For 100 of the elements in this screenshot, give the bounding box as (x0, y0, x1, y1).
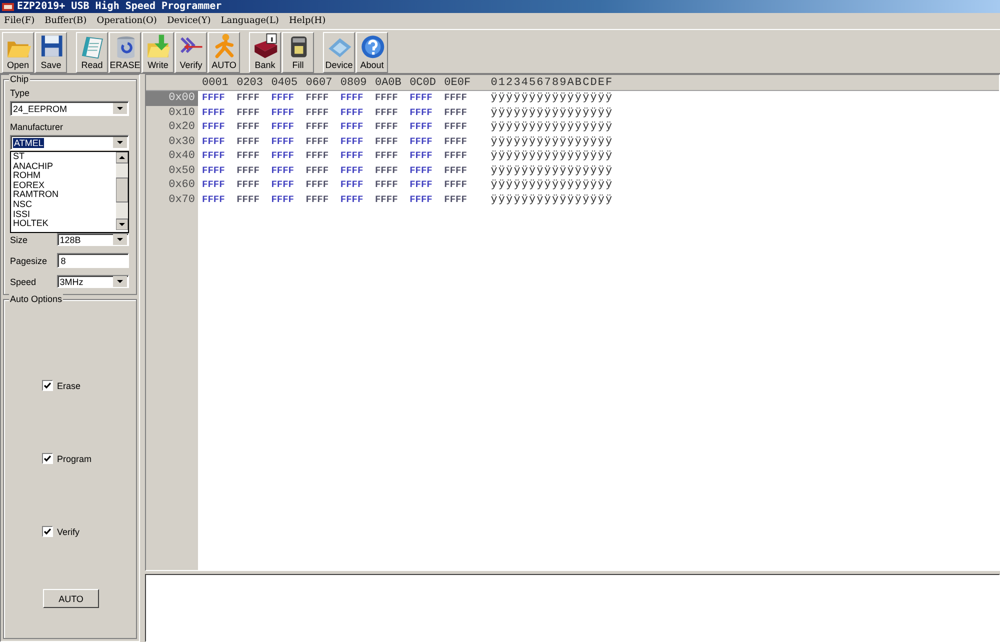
menu-item[interactable]: Language(L) (220, 16, 279, 26)
pagesize-field[interactable]: 8 (56, 253, 129, 268)
hex-cell-text: FFFF (202, 179, 226, 192)
toolbar-button[interactable]: Verify (175, 32, 207, 73)
hex-cell-text: FFFF (374, 106, 399, 119)
column-header: 0607 (306, 76, 334, 88)
toolbar-button[interactable]: Write (142, 32, 174, 73)
hex-cell-text: FFFF (410, 179, 434, 192)
hex-cell-text: FFFF (306, 194, 330, 206)
field-label: Manufacturer (10, 122, 64, 133)
dropdown-option[interactable]: HOLTEK (13, 219, 116, 229)
column-header: 0123456789ABCDEF (490, 76, 614, 88)
dropdown-option[interactable]: ANACHIP (13, 162, 116, 172)
checkbox[interactable] (42, 453, 53, 464)
hex-cell-text: FFFF (444, 106, 468, 119)
checkbox[interactable] (42, 380, 53, 391)
column-header: 0001 (202, 76, 230, 88)
hex-cell-text: FFFF (410, 136, 434, 148)
ascii-cell: ÿÿÿÿÿÿÿÿÿÿÿÿÿÿÿÿ (490, 150, 614, 162)
hex-cell-text: FFFF (410, 106, 434, 119)
hex-cell-text: FFFF (444, 121, 468, 134)
hex-cell-text: FFFF (374, 92, 399, 104)
dropdown-option[interactable]: ROHM (13, 171, 116, 181)
hex-cell-text: FFFF (374, 121, 399, 134)
toolbar-button[interactable]: About (356, 32, 388, 73)
address-cell[interactable]: 0x70 (146, 192, 198, 207)
menu-item[interactable]: Buffer(B) (44, 16, 87, 26)
field-label: Speed (10, 276, 38, 286)
toolbar-button[interactable]: Bank (249, 32, 281, 73)
speed-dropdown[interactable]: 3MHz (56, 275, 129, 288)
menu-item[interactable]: Operation(O) (96, 16, 157, 26)
toolbar-button[interactable]: Open (2, 32, 34, 73)
hex-cell-text: FFFF (340, 136, 364, 148)
hex-cell-text: FFFF (271, 194, 295, 206)
hex-cell-text: FFFF (271, 136, 295, 148)
hex-cell-text: FFFF (306, 164, 330, 177)
group-title: Auto Options (9, 294, 64, 304)
field-label: Type (10, 88, 31, 99)
hex-cell-text: FFFF (374, 136, 399, 148)
hex-cell-text: FFFF (236, 150, 260, 162)
hex-cell-text: FFFF (340, 164, 364, 177)
checkmark-icon (44, 528, 51, 535)
toolbar-button[interactable]: Read (76, 32, 108, 73)
hex-cell-text: FFFF (410, 121, 434, 134)
dropdown-option[interactable]: ST (13, 152, 116, 162)
hex-cell-text: FFFF (202, 150, 226, 162)
hex-cell-text: FFFF (202, 194, 226, 206)
hex-cell-text: FFFF (271, 164, 295, 177)
address-cell[interactable]: 0x40 (146, 149, 198, 164)
address-cell[interactable]: 0x20 (146, 120, 198, 134)
hex-cell-text: FFFF (444, 150, 468, 162)
hex-cell-text: FFFF (236, 136, 260, 148)
toolbar-button[interactable]: ERASE (109, 32, 141, 73)
hex-cell-text: FFFF (444, 194, 468, 206)
type-dropdown[interactable]: 24_EEPROM (10, 101, 129, 116)
hex-cell-text: FFFF (306, 179, 330, 192)
toolbar-button[interactable]: Device (323, 32, 355, 73)
address-cell[interactable]: 0x30 (146, 134, 198, 149)
address-cell[interactable]: 0x60 (146, 178, 198, 192)
field-label: Pagesize (10, 256, 48, 266)
menu-item[interactable]: File(F) (4, 16, 35, 26)
column-header: 0203 (236, 76, 264, 88)
checkbox[interactable] (42, 526, 53, 537)
hex-cell-text: FFFF (236, 194, 260, 206)
hex-cell-text: FFFF (340, 121, 364, 134)
address-cell[interactable]: 0x50 (146, 164, 198, 178)
hex-cell-text: FFFF (236, 179, 260, 192)
auto-button[interactable]: AUTO (43, 589, 99, 608)
hex-cell-text: FFFF (271, 121, 295, 134)
ascii-cell: ÿÿÿÿÿÿÿÿÿÿÿÿÿÿÿÿ (490, 106, 614, 119)
menu-item[interactable]: Device(Y) (166, 16, 211, 26)
hex-cell-text: FFFF (410, 92, 434, 104)
hex-cell-text: FFFF (202, 92, 226, 104)
ascii-cell: ÿÿÿÿÿÿÿÿÿÿÿÿÿÿÿÿ (490, 179, 614, 192)
hex-cell-text: FFFF (271, 92, 295, 104)
manufacturer-dropdown[interactable]: ATMEL (10, 135, 129, 150)
column-header: 0C0D (410, 76, 437, 88)
ascii-cell: ÿÿÿÿÿÿÿÿÿÿÿÿÿÿÿÿ (490, 164, 614, 177)
hex-cell-text: FFFF (374, 179, 399, 192)
toolbar-button[interactable]: Save (35, 32, 67, 73)
dropdown-option[interactable]: EOREX (13, 180, 116, 190)
column-header: 0A0B (374, 76, 402, 88)
dropdown-option[interactable]: NSC (13, 200, 116, 210)
hex-cell-text: FFFF (374, 164, 399, 177)
hex-cell-text: FFFF (306, 106, 330, 119)
hex-cell-text: FFFF (202, 164, 226, 177)
address-cell[interactable]: 0x10 (146, 106, 198, 120)
size-dropdown[interactable]: 128B (56, 233, 129, 246)
hex-cell-text: FFFF (444, 136, 468, 148)
dropdown-option[interactable]: RAMTRON (13, 190, 116, 200)
checkbox-label: Erase (57, 380, 81, 390)
hex-cell-text: FFFF (236, 121, 260, 134)
toolbar-button[interactable]: Fill (282, 32, 314, 73)
hex-cell-text: FFFF (410, 164, 434, 177)
checkbox-label: Program (57, 454, 92, 464)
menu-item[interactable]: Help(H) (288, 16, 326, 26)
toolbar-button[interactable]: AUTO (208, 32, 240, 73)
dropdown-option[interactable]: ISSI (13, 210, 116, 220)
hex-cell-text: FFFF (340, 179, 364, 192)
ascii-cell: ÿÿÿÿÿÿÿÿÿÿÿÿÿÿÿÿ (490, 136, 614, 148)
